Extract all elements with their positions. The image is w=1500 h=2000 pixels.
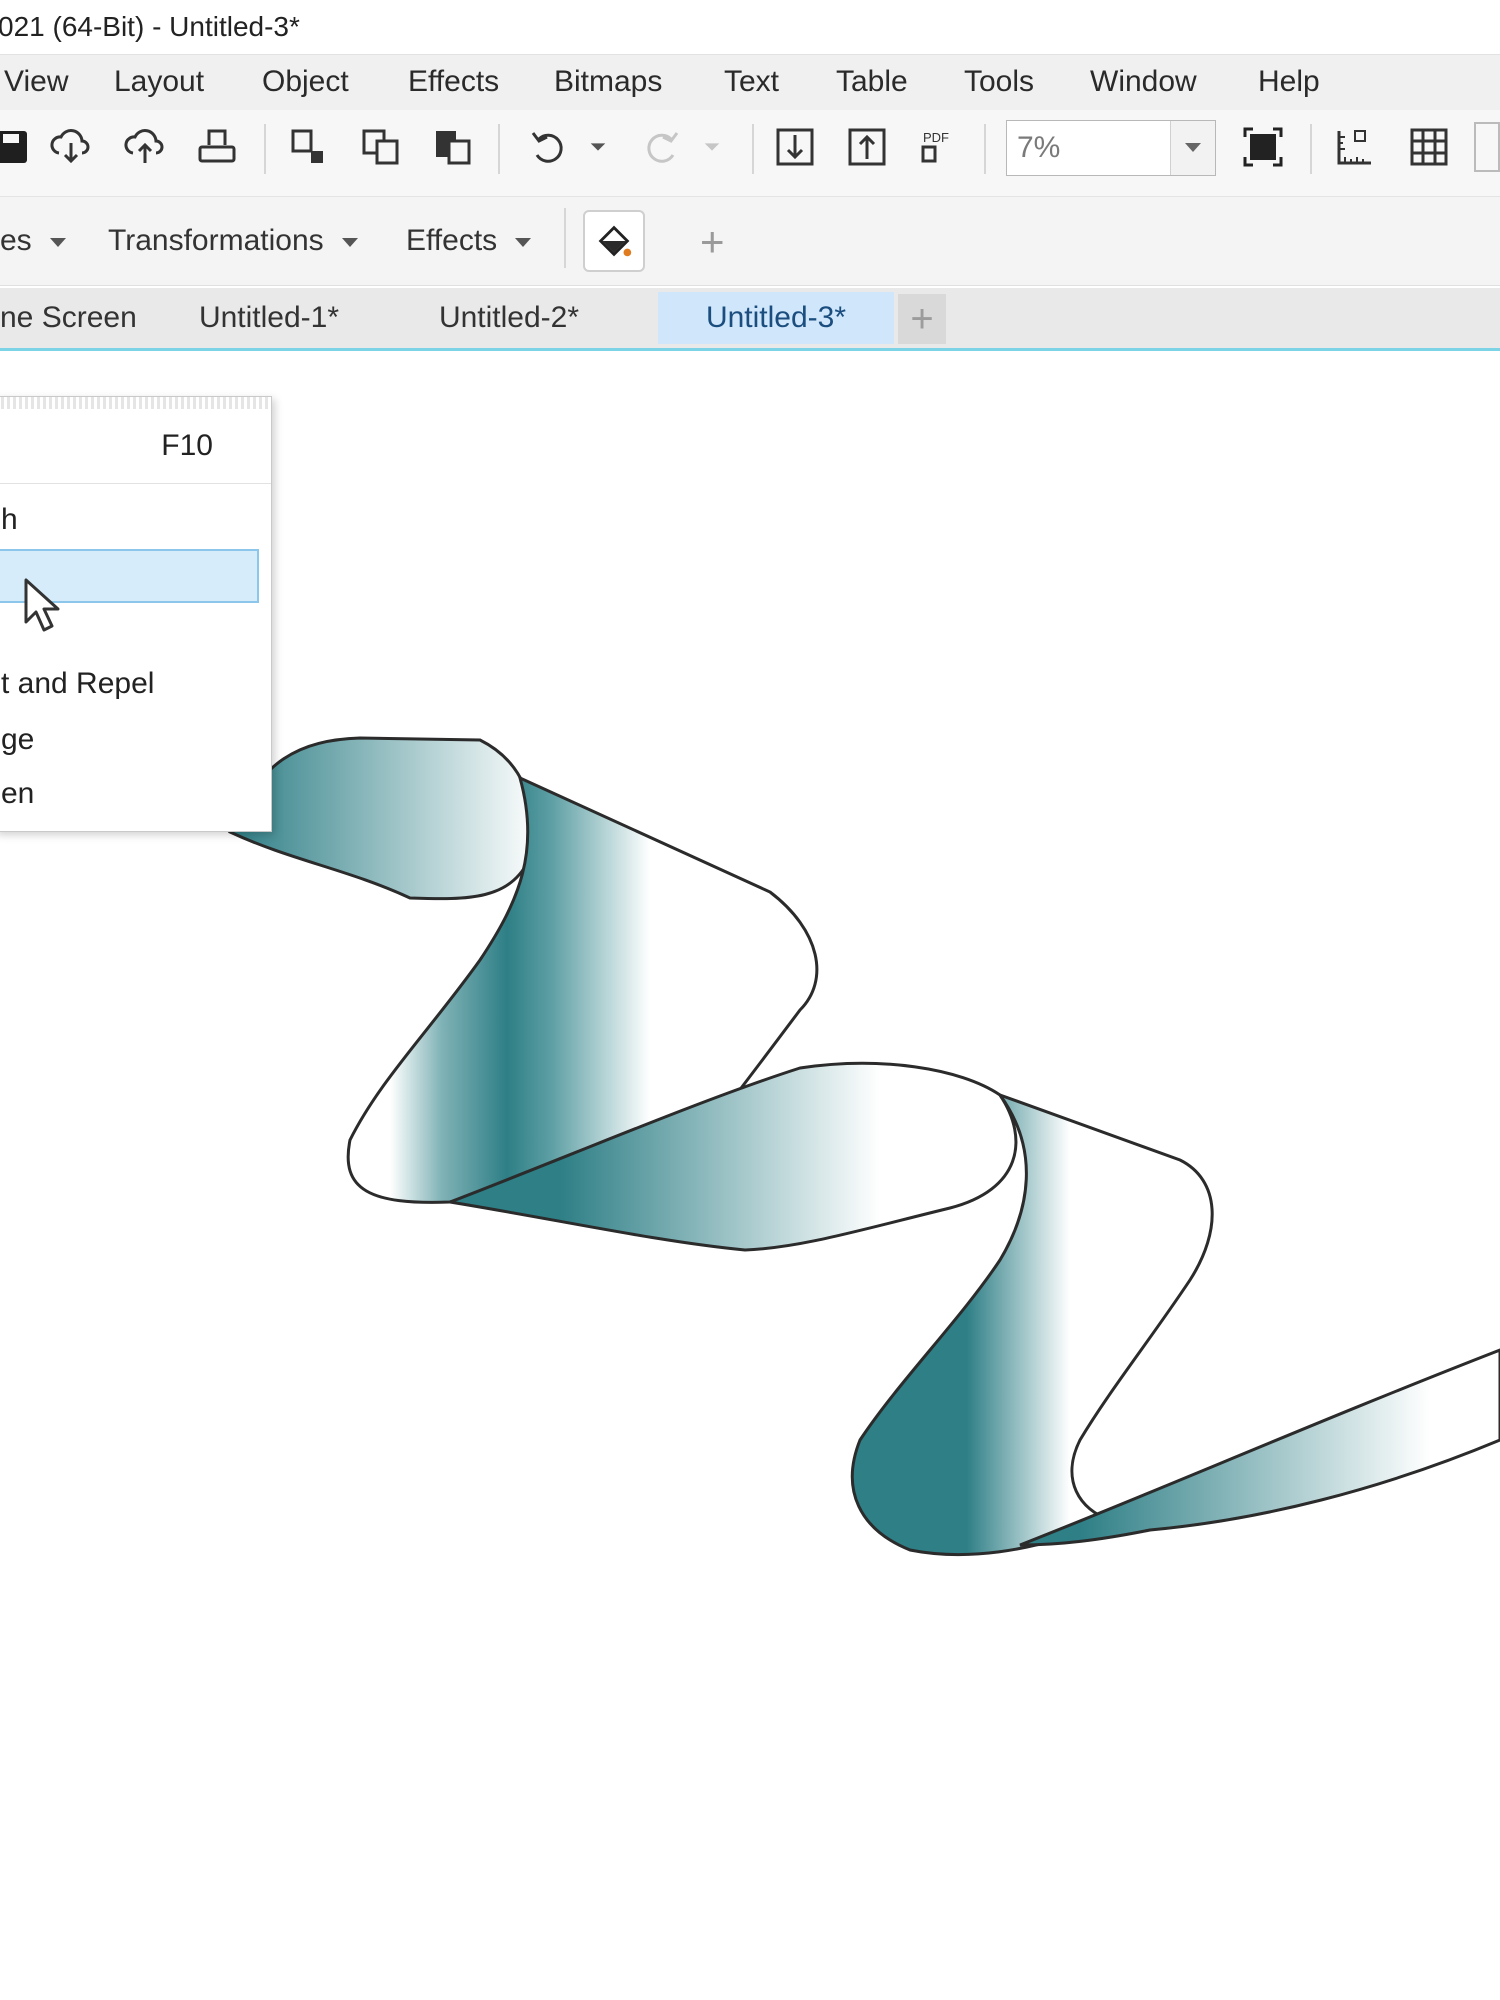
- grid-icon[interactable]: [1404, 120, 1454, 174]
- zoom-level-combo[interactable]: 7%: [1006, 120, 1216, 176]
- redo-dropdown-icon[interactable]: [692, 120, 732, 174]
- tab-welcome-screen[interactable]: ne Screen: [0, 292, 150, 344]
- zoom-level-value[interactable]: 7%: [1017, 131, 1060, 165]
- tab-label: Untitled-3*: [705, 301, 847, 334]
- propbar-separator: [564, 208, 566, 268]
- copy-icon[interactable]: [356, 120, 406, 174]
- title-bar: 021 (64-Bit) - Untitled-3*: [0, 0, 1500, 54]
- effects-dropdown[interactable]: Effects: [406, 224, 532, 258]
- context-menu-shortcut: F10: [161, 429, 213, 462]
- chevron-down-icon: [515, 237, 532, 247]
- export-icon[interactable]: [842, 120, 892, 174]
- chevron-down-icon: [49, 237, 66, 247]
- effects-dropdown-label: Effects: [406, 224, 498, 257]
- menu-divider: [0, 483, 271, 484]
- shapes-dropdown-label: es: [0, 224, 32, 257]
- menu-window[interactable]: Window: [1086, 61, 1201, 103]
- print-icon[interactable]: [192, 120, 242, 174]
- cloud-download-icon[interactable]: [46, 120, 96, 174]
- chevron-down-icon: [341, 237, 358, 247]
- undo-icon[interactable]: [524, 120, 574, 174]
- toolbar-separator: [1310, 124, 1312, 174]
- add-property-button[interactable]: +: [700, 218, 725, 266]
- transformations-dropdown[interactable]: Transformations: [108, 224, 358, 258]
- menu-object[interactable]: Object: [258, 61, 353, 103]
- tab-untitled-3[interactable]: Untitled-3*: [658, 292, 894, 344]
- menu-text[interactable]: Text: [720, 61, 783, 103]
- zoom-dropdown-icon[interactable]: [1170, 121, 1215, 175]
- context-menu-item-6[interactable]: en: [1, 777, 34, 811]
- context-menu-item-5[interactable]: ge: [1, 723, 34, 757]
- rulers-icon[interactable]: [1330, 120, 1380, 174]
- mouse-pointer-icon: [22, 578, 62, 641]
- toolbar-separator: [498, 124, 500, 174]
- menu-grip: [0, 397, 271, 409]
- toolbar-separator: [264, 124, 266, 174]
- import-icon[interactable]: [770, 120, 820, 174]
- cut-icon[interactable]: [284, 120, 334, 174]
- menu-table[interactable]: Table: [832, 61, 912, 103]
- save-icon[interactable]: [0, 120, 40, 174]
- pdf-icon[interactable]: PDF: [914, 120, 964, 174]
- window-title: 021 (64-Bit) - Untitled-3*: [0, 11, 300, 42]
- paste-icon[interactable]: [428, 120, 478, 174]
- cloud-upload-icon[interactable]: [120, 120, 170, 174]
- full-screen-icon[interactable]: [1238, 120, 1288, 174]
- menu-bitmaps[interactable]: Bitmaps: [550, 61, 666, 103]
- tab-untitled-2[interactable]: Untitled-2*: [404, 292, 614, 344]
- pdf-icon-label: PDF: [923, 130, 949, 145]
- tab-untitled-1[interactable]: Untitled-1*: [164, 292, 374, 344]
- shapes-dropdown[interactable]: es: [0, 224, 66, 258]
- interactive-fill-button[interactable]: [583, 210, 645, 272]
- undo-dropdown-icon[interactable]: [578, 120, 618, 174]
- tab-label: Untitled-2*: [438, 301, 580, 334]
- context-menu-item-4[interactable]: t and Repel: [1, 667, 154, 701]
- redo-icon[interactable]: [636, 120, 686, 174]
- tab-label: Untitled-1*: [198, 301, 340, 334]
- snap-icon[interactable]: [1474, 122, 1500, 172]
- menu-layout[interactable]: Layout: [110, 61, 208, 103]
- menu-effects[interactable]: Effects: [404, 61, 503, 103]
- new-document-tab-button[interactable]: +: [898, 294, 946, 344]
- transformations-dropdown-label: Transformations: [108, 224, 324, 257]
- fill-bucket-icon: [598, 225, 632, 257]
- menu-tools[interactable]: Tools: [960, 61, 1038, 103]
- toolbar-separator: [752, 124, 754, 174]
- context-menu-item-2[interactable]: h: [1, 503, 18, 537]
- menu-view[interactable]: View: [0, 61, 72, 103]
- menu-help[interactable]: Help: [1254, 61, 1324, 103]
- toolbar-separator: [984, 124, 986, 174]
- tab-label: ne Screen: [0, 301, 137, 334]
